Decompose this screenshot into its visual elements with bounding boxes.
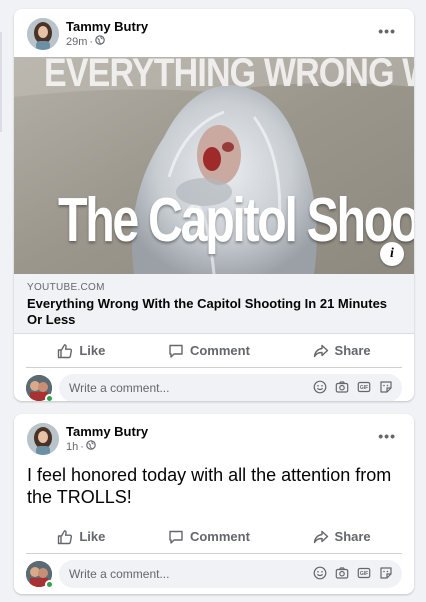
comment-tools: GIF [312,565,394,581]
svg-text:GIF: GIF [360,571,368,577]
post-actions: Like Comment Share [26,520,402,554]
globe-icon [95,35,105,48]
svg-text:GIF: GIF [360,385,368,391]
gif-icon[interactable]: GIF [356,565,372,581]
post-text: I feel honored today with all the attent… [27,465,392,507]
comment-composer: GIF [14,554,414,594]
speech-bubble-icon [169,530,183,544]
share-arrow-icon [313,344,328,357]
sticker-icon[interactable] [378,379,394,395]
share-button[interactable]: Share [313,529,371,545]
link-title[interactable]: Everything Wrong With the Capitol Shooti… [27,296,401,328]
globe-icon [86,440,96,453]
viewer-avatar[interactable] [26,375,54,401]
comment-composer: GIF [14,368,414,401]
link-preview-meta[interactable]: YOUTUBE.COM Everything Wrong With the Ca… [14,274,414,334]
thumbs-up-icon [58,343,73,358]
post-time[interactable]: 29m [66,36,87,48]
post-meta: 1h · [66,440,96,453]
share-label: Share [334,343,371,358]
post-actions: Like Comment Share [26,334,402,368]
more-options-button[interactable]: ••• [378,23,396,39]
emoji-icon[interactable] [312,565,328,581]
comment-label: Comment [189,529,250,544]
post-header: Tammy Butry 1h · ••• [14,414,414,462]
left-panel-edge [0,32,2,132]
camera-icon[interactable] [334,379,350,395]
like-label: Like [79,529,106,544]
comment-tools: GIF [312,379,394,395]
online-status-dot [45,580,54,589]
post-meta: 29m · [66,35,105,48]
post-card: Tammy Butry 29m · ••• EVERYTHING WRONG T… [14,9,414,401]
info-icon[interactable]: i [380,242,404,266]
link-domain: YOUTUBE.COM [27,282,105,293]
link-thumbnail[interactable]: EVERYTHING WRONG WITH The Capitol Shooti… [14,57,414,274]
emoji-icon[interactable] [312,379,328,395]
more-options-button[interactable]: ••• [378,428,396,444]
like-button[interactable]: Like [57,529,105,545]
author-avatar[interactable] [27,18,59,50]
share-button[interactable]: Share [313,343,371,359]
author-avatar[interactable] [27,423,59,455]
comment-button[interactable]: Comment [168,343,250,359]
post-time[interactable]: 1h [66,441,78,453]
author-name[interactable]: Tammy Butry [66,19,148,34]
like-label: Like [79,343,106,358]
post-card: Tammy Butry 1h · ••• I feel honored toda… [14,414,414,594]
author-name[interactable]: Tammy Butry [66,424,148,439]
sticker-icon[interactable] [378,565,394,581]
share-arrow-icon [313,530,328,543]
speech-bubble-icon [169,344,183,358]
share-label: Share [334,529,371,544]
camera-icon[interactable] [334,565,350,581]
viewer-avatar[interactable] [26,561,54,589]
gif-icon[interactable]: GIF [356,379,372,395]
thumbnail-top-caption: EVERYTHING WRONG WITH [44,57,414,95]
like-button[interactable]: Like [57,343,105,359]
thumbnail-bottom-caption: The Capitol Shooting [58,186,414,255]
comment-label: Comment [189,343,250,358]
comment-button[interactable]: Comment [168,529,250,545]
thumbs-up-icon [58,529,73,544]
post-header: Tammy Butry 29m · ••• [14,9,414,57]
online-status-dot [45,394,54,401]
